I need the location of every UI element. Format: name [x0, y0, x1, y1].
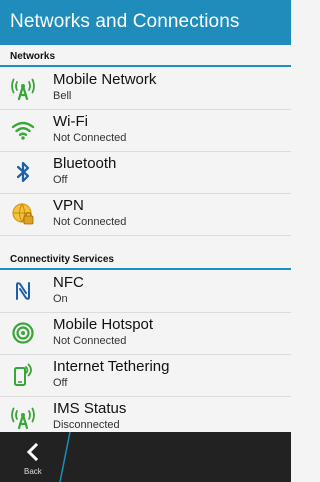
row-divider — [0, 235, 291, 236]
list-item-internet-tethering[interactable]: Internet Tethering Off — [0, 355, 291, 397]
item-status: Off — [53, 174, 68, 186]
vpn-icon — [10, 201, 36, 227]
section-divider — [0, 268, 291, 270]
back-label: Back — [24, 467, 42, 476]
item-status: Not Connected — [53, 132, 127, 144]
tethering-icon — [10, 362, 36, 388]
section-divider — [0, 65, 291, 67]
item-label: Wi-Fi — [53, 113, 88, 130]
item-label: Mobile Hotspot — [53, 316, 154, 333]
hotspot-icon — [10, 320, 36, 346]
list-item-bluetooth[interactable]: Bluetooth Off — [0, 152, 291, 194]
list-item-mobile-hotspot[interactable]: Mobile Hotspot Not Connected — [0, 313, 291, 355]
item-label: Internet Tethering — [53, 358, 170, 375]
section-header-connectivity-services: Connectivity Services — [0, 253, 291, 270]
item-status: Not Connected — [53, 335, 127, 347]
item-label: NFC — [53, 274, 84, 291]
action-bar-separator — [59, 432, 71, 482]
section-label: Connectivity Services — [10, 254, 114, 265]
section-header-networks: Networks — [0, 50, 291, 67]
section-label: Networks — [10, 51, 56, 62]
item-label: Bluetooth — [53, 155, 117, 172]
title-bar: Networks and Connections — [0, 0, 291, 45]
list-item-vpn[interactable]: VPN Not Connected — [0, 194, 291, 236]
page-title: Networks and Connections — [10, 11, 240, 32]
item-status: Not Connected — [53, 216, 127, 228]
item-status: On — [53, 293, 68, 305]
item-label: Mobile Network — [53, 71, 157, 88]
bluetooth-icon — [10, 159, 36, 185]
item-status: Off — [53, 377, 68, 389]
item-label: VPN — [53, 197, 84, 214]
list-item-wifi[interactable]: Wi-Fi Not Connected — [0, 110, 291, 152]
back-button[interactable]: Back — [0, 432, 66, 482]
wifi-icon — [10, 117, 36, 143]
item-status: Disconnected — [53, 419, 120, 431]
item-label: IMS Status — [53, 400, 127, 417]
action-bar: Back — [0, 432, 291, 482]
chevron-left-icon — [26, 442, 39, 462]
list-item-nfc[interactable]: NFC On — [0, 271, 291, 313]
list-item-mobile-network[interactable]: Mobile Network Bell — [0, 68, 291, 110]
mobile-network-icon — [10, 75, 36, 101]
nfc-icon — [10, 278, 36, 304]
networks-screen: Networks and Connections Networks Mobile… — [0, 0, 291, 482]
ims-icon — [10, 404, 36, 430]
item-status: Bell — [53, 90, 72, 102]
